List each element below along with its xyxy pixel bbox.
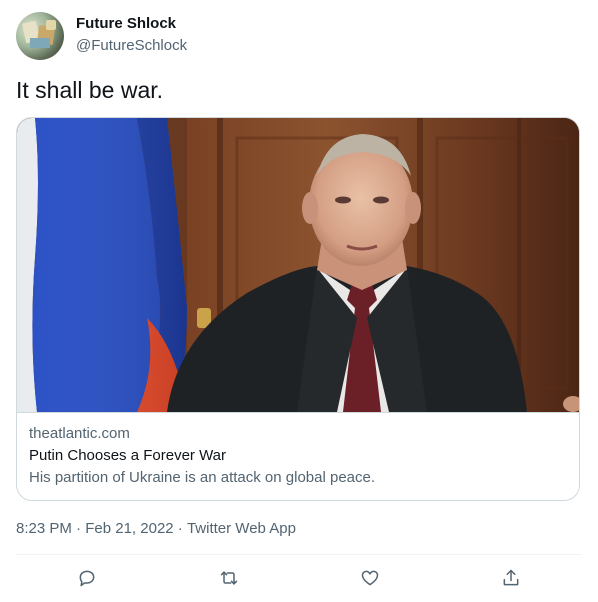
tweet-meta: 8:23 PM · Feb 21, 2022 · Twitter Web App bbox=[16, 520, 296, 537]
meta-separator: · bbox=[71, 520, 86, 537]
like-button[interactable] bbox=[359, 567, 381, 589]
action-bar bbox=[0, 556, 598, 602]
tweet-text: It shall be war. bbox=[16, 77, 164, 103]
author-display-name[interactable]: Future Shlock bbox=[76, 15, 176, 32]
card-domain: theatlantic.com bbox=[29, 425, 130, 442]
card-description: His partition of Ukraine is an attack on… bbox=[29, 469, 376, 486]
reply-button[interactable] bbox=[76, 567, 98, 589]
retweet-button[interactable] bbox=[218, 567, 240, 589]
share-icon bbox=[503, 569, 519, 586]
card-image[interactable] bbox=[17, 118, 579, 412]
meta-separator: · bbox=[173, 520, 187, 537]
card-body[interactable]: theatlantic.com Putin Chooses a Forever … bbox=[17, 412, 579, 500]
avatar[interactable] bbox=[16, 12, 64, 60]
link-card[interactable]: theatlantic.com Putin Chooses a Forever … bbox=[16, 117, 580, 501]
reply-icon bbox=[79, 570, 95, 587]
tweet-date[interactable]: Feb 21, 2022 bbox=[85, 520, 173, 537]
tweet-source[interactable]: Twitter Web App bbox=[187, 520, 296, 537]
share-button[interactable] bbox=[500, 567, 522, 589]
divider bbox=[16, 554, 582, 555]
retweet-icon bbox=[220, 571, 238, 585]
tweet: Future Shlock @FutureSchlock It shall be… bbox=[0, 0, 598, 602]
card-title: Putin Chooses a Forever War bbox=[29, 447, 227, 464]
author-handle[interactable]: @FutureSchlock bbox=[76, 37, 187, 54]
tweet-time[interactable]: 8:23 PM bbox=[16, 520, 72, 537]
heart-icon bbox=[361, 570, 379, 586]
